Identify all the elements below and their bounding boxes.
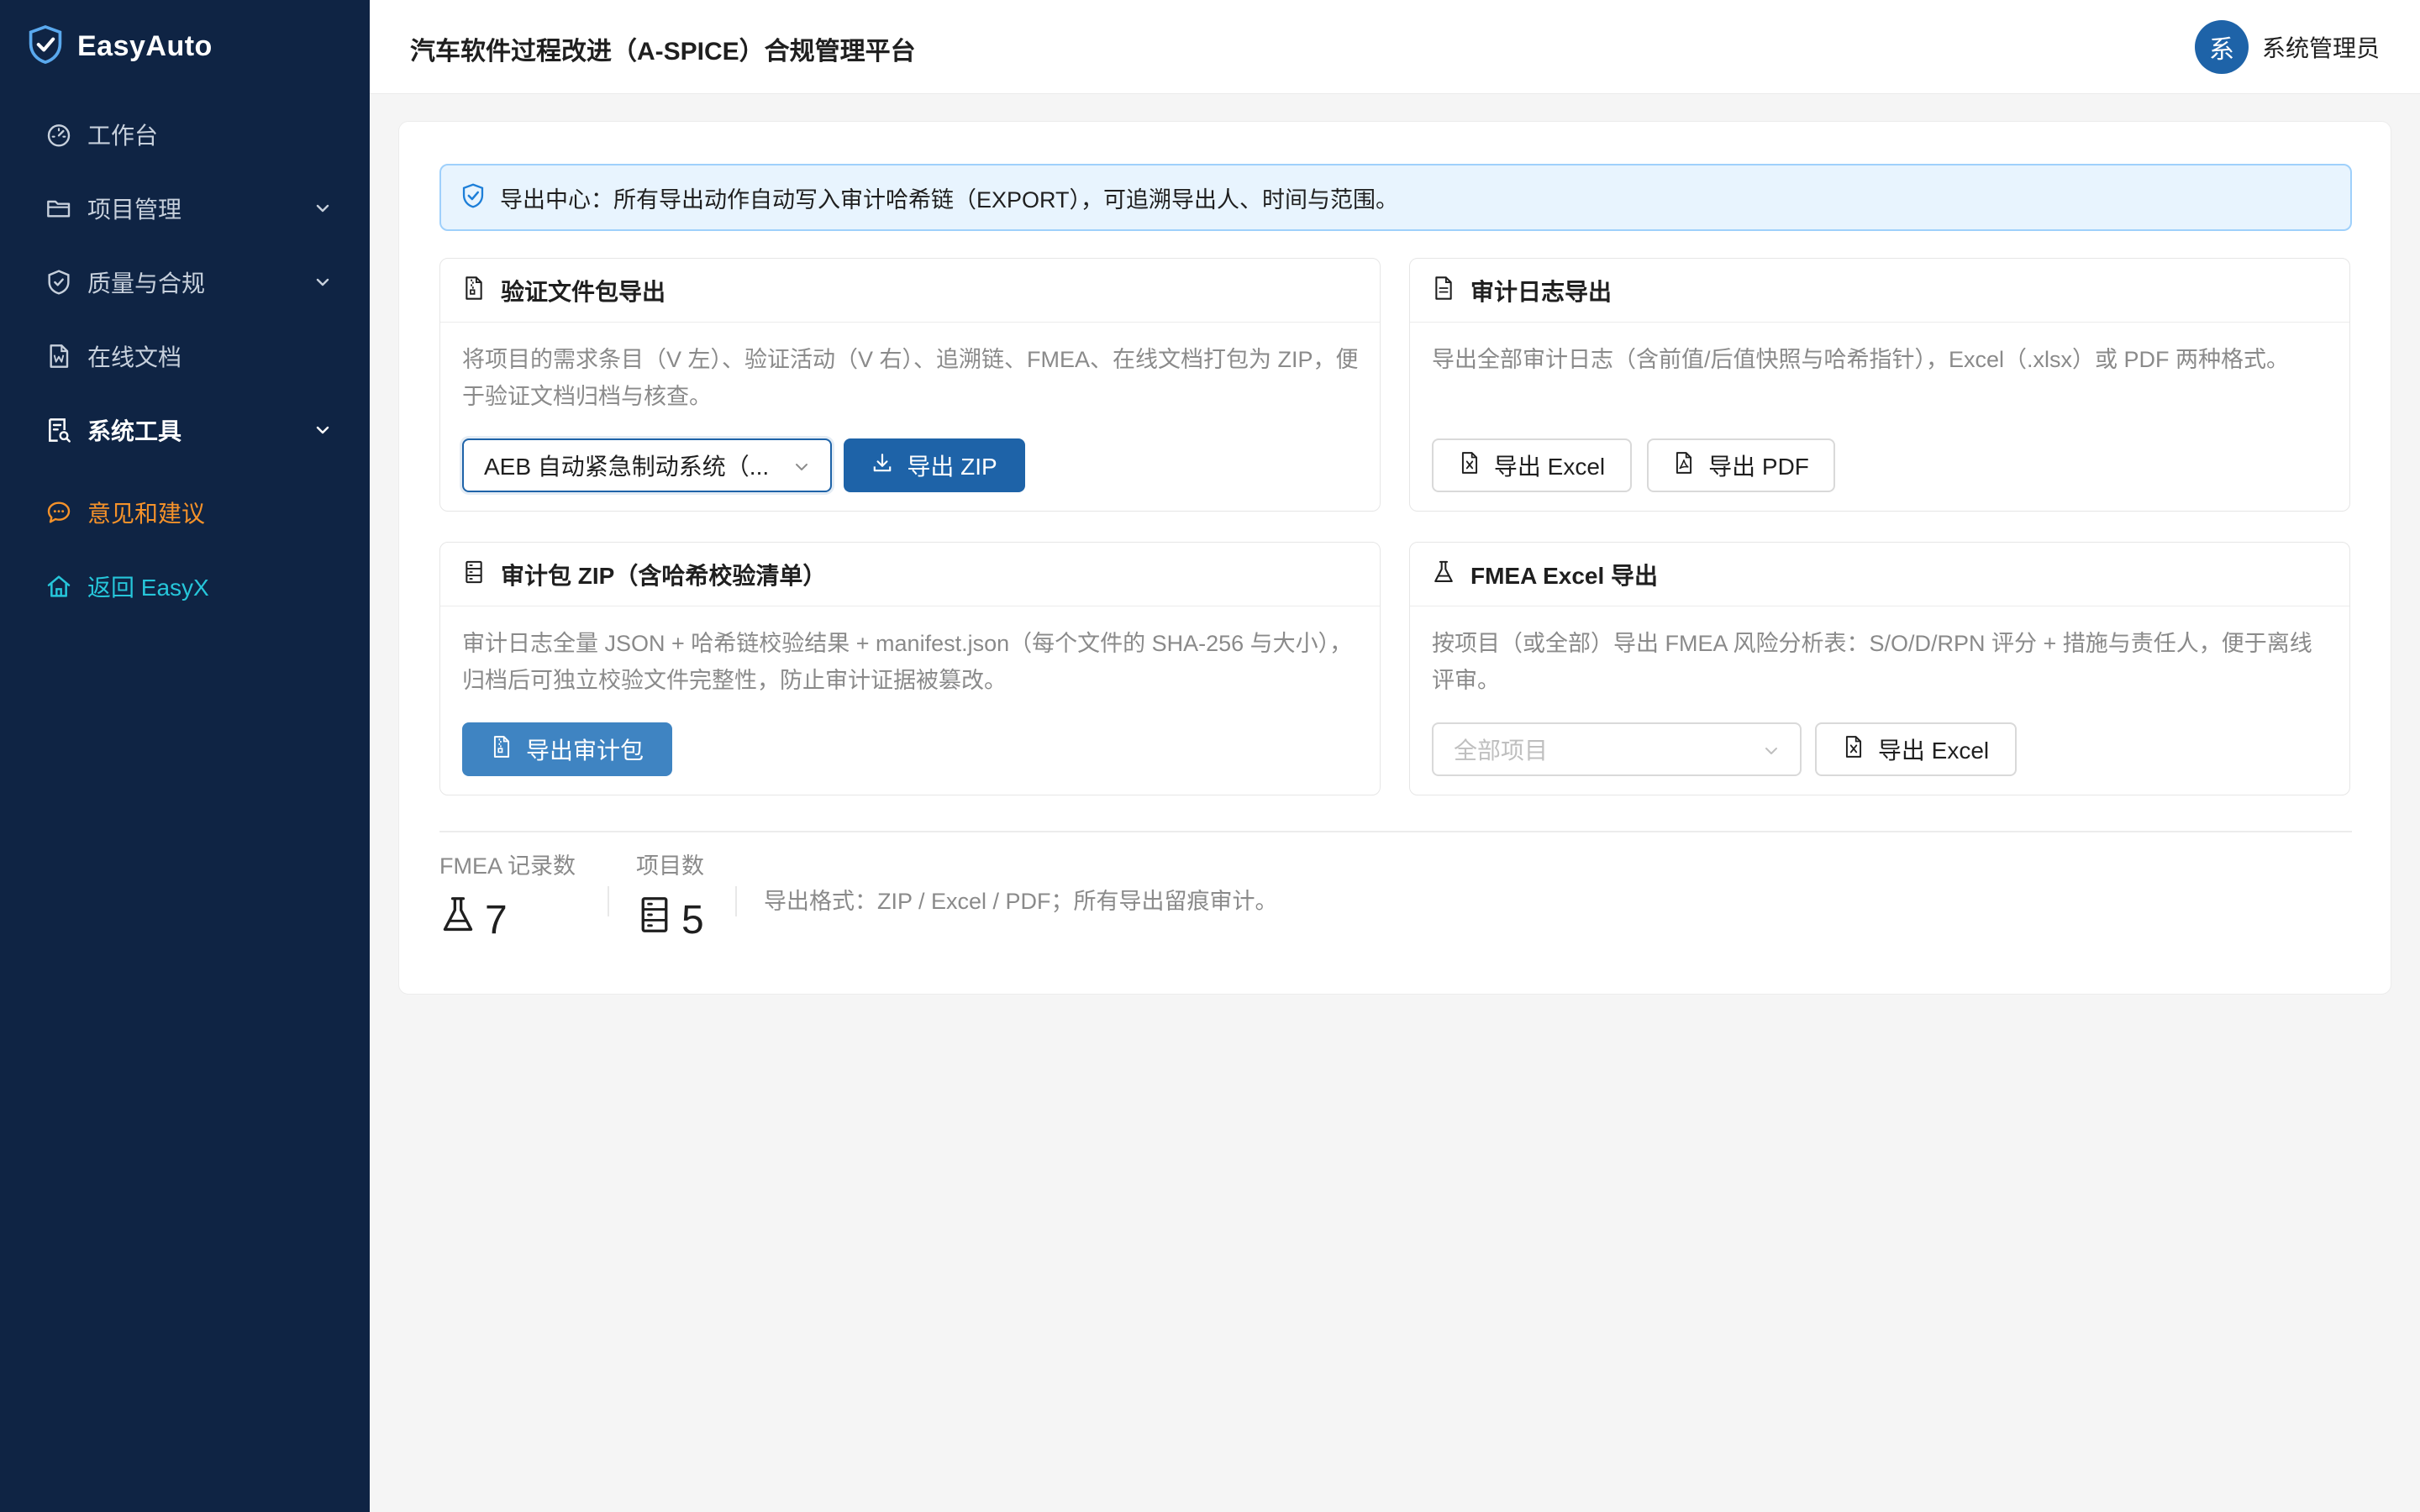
file-excel-icon [1843,735,1878,764]
sidebar-item-label: 系统工具 [87,418,182,444]
sidebar-item-quality[interactable]: 质量与合规 [0,252,370,312]
sidebar: EasyAuto 工作台 项目管理 质量与合规 在线文档 系统工具 意见和建议 … [0,0,370,1512]
panel-description: 将项目的需求条目（V 左）、验证活动（V 右）、追溯链、FMEA、在线文档打包为… [462,347,1359,409]
export-excel-button[interactable]: 导出 Excel [1432,438,1632,492]
audit-log-export-panel: 审计日志导出 导出全部审计日志（含前值/后值快照与哈希指针），Excel（.xl… [1409,258,2350,512]
sidebar-item-label: 质量与合规 [87,270,206,297]
stat-separator [608,886,609,916]
panel-header: 审计日志导出 [1410,259,2349,323]
project-select[interactable]: AEB 自动紧急制动系统（... [462,438,832,492]
chevron-down-icon [316,426,329,434]
folder-icon [45,195,72,222]
sidebar-item-label: 返回 EasyX [87,575,209,601]
select-placeholder: 全部项目 [1454,738,1549,764]
shield-check-logo-icon [27,24,64,69]
panel-title: 审计包 ZIP（含哈希校验清单） [501,562,827,589]
panel-title: 审计日志导出 [1470,278,1612,305]
button-label: 导出 ZIP [907,454,997,480]
project-count-value: 5 [681,897,704,942]
export-fmea-excel-button[interactable]: 导出 Excel [1815,722,2017,776]
topbar: 汽车软件过程改进（A-SPICE）合规管理平台 系 系统管理员 [370,0,2420,94]
sidebar-item-projects[interactable]: 项目管理 [0,178,370,239]
fmea-count-label: FMEA 记录数 [439,853,576,879]
file-zip-icon [462,276,501,305]
flask-icon [1432,559,1470,589]
flask-icon [439,895,485,945]
panel-title: FMEA Excel 导出 [1470,562,1659,589]
tools-icon [45,417,72,444]
export-format-note: 导出格式：ZIP / Excel / PDF；所有导出留痕审计。 [764,889,1278,914]
chevron-down-icon [316,278,329,286]
audit-package-panel: 审计包 ZIP（含哈希校验清单） 审计日志全量 JSON + 哈希链校验结果 +… [439,542,1381,795]
fmea-export-panel: FMEA Excel 导出 按项目（或全部）导出 FMEA 风险分析表：S/O/… [1409,542,2350,795]
brand-name: EasyAuto [77,29,213,62]
sidebar-item-online-docs[interactable]: 在线文档 [0,326,370,386]
sidebar-item-label: 意见和建议 [87,501,206,527]
sidebar-item-system-tools[interactable]: 系统工具 [0,400,370,460]
sidebar-item-label: 项目管理 [87,197,182,223]
export-zip-button[interactable]: 导出 ZIP [844,438,1025,492]
panel-title: 验证文件包导出 [501,278,666,305]
export-audit-package-button[interactable]: 导出审计包 [462,722,672,776]
user-menu[interactable]: 系 系统管理员 [2194,20,2380,74]
sidebar-item-label: 在线文档 [87,344,182,370]
info-alert: 导出中心：所有导出动作自动写入审计哈希链（EXPORT），可追溯导出人、时间与范… [439,164,2352,231]
select-value: AEB 自动紧急制动系统（... [484,454,770,480]
sidebar-item-feedback[interactable]: 意见和建议 [0,482,370,543]
panel-header: FMEA Excel 导出 [1410,543,2349,606]
button-label: 导出 PDF [1708,454,1809,480]
shield-check-icon [461,183,500,213]
project-count-label: 项目数 [636,853,704,879]
sidebar-item-label: 工作台 [87,123,159,149]
sidebar-item-back-easyx[interactable]: 返回 EasyX [0,556,370,617]
chevron-down-icon [316,204,329,213]
alert-text: 导出中心：所有导出动作自动写入审计哈希链（EXPORT），可追溯导出人、时间与范… [500,186,1399,213]
fmea-project-select[interactable]: 全部项目 [1432,722,1802,776]
page-title: 汽车软件过程改进（A-SPICE）合规管理平台 [410,38,916,66]
sidebar-item-workbench[interactable]: 工作台 [0,104,370,165]
dashboard-icon [45,121,72,148]
fmea-count-value: 7 [485,897,508,942]
project-count-stat: 5 [636,895,704,945]
panel-header: 验证文件包导出 [440,259,1380,323]
avatar[interactable]: 系 [2194,20,2249,74]
user-name[interactable]: 系统管理员 [2262,30,2380,64]
button-label: 导出 Excel [1493,454,1606,480]
panel-header: 审计包 ZIP（含哈希校验清单） [440,543,1380,606]
panel-description: 审计日志全量 JSON + 哈希链校验结果 + manifest.json（每个… [462,631,1353,693]
button-label: 导出审计包 [525,738,644,764]
file-excel-icon [1459,451,1494,480]
home-icon [45,573,72,600]
button-label: 导出 Excel [1877,738,1990,764]
file-text-icon [1432,276,1470,305]
file-zip-icon [491,735,526,764]
download-icon [871,451,907,480]
server-icon [636,895,681,945]
panel-description: 导出全部审计日志（含前值/后值快照与哈希指针），Excel（.xlsx）或 PD… [1432,347,2290,372]
server-icon [462,559,501,589]
chevron-down-icon [796,464,808,470]
stat-separator [735,886,737,916]
chat-icon [45,499,72,526]
export-pdf-button[interactable]: 导出 PDF [1647,438,1835,492]
panel-description: 按项目（或全部）导出 FMEA 风险分析表：S/O/D/RPN 评分 + 措施与… [1432,631,2312,693]
export-center-card: 导出中心：所有导出动作自动写入审计哈希链（EXPORT），可追溯导出人、时间与范… [398,121,2391,995]
shield-icon [45,269,72,296]
divider [439,831,2352,832]
fmea-count-stat: 7 [439,895,508,945]
validation-package-panel: 验证文件包导出 将项目的需求条目（V 左）、验证活动（V 右）、追溯链、FMEA… [439,258,1381,512]
chevron-down-icon [1765,748,1777,754]
word-doc-icon [45,343,72,370]
file-pdf-icon [1673,451,1708,480]
brand[interactable]: EasyAuto [27,24,213,69]
